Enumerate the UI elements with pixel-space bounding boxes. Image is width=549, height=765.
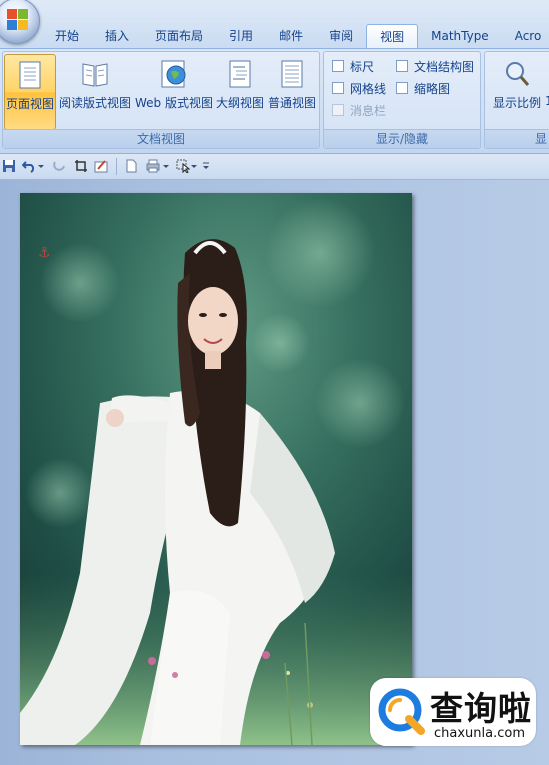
ribbon-tabs: 开始 插入 页面布局 引用 邮件 审阅 视图 MathType Acro <box>42 24 549 48</box>
checkbox-box <box>332 104 344 116</box>
inserted-photo[interactable] <box>20 193 412 745</box>
group-label-show-hide: 显示/隐藏 <box>324 129 480 148</box>
tab-page-layout[interactable]: 页面布局 <box>142 24 216 48</box>
tab-mathtype[interactable]: MathType <box>418 24 502 48</box>
title-strip: 开始 插入 页面布局 引用 邮件 审阅 视图 MathType Acro <box>0 0 549 50</box>
redo-icon[interactable] <box>52 159 66 173</box>
reading-view-icon <box>82 63 108 87</box>
customize-toolbar-icon[interactable] <box>202 159 210 173</box>
gridlines-label: 网格线 <box>350 82 387 96</box>
zoom-label: 显示比例 <box>492 96 541 110</box>
document-map-checkbox[interactable]: 文档结构图 <box>396 58 474 75</box>
select-dropdown-icon[interactable] <box>190 159 198 173</box>
thumbnails-label: 缩略图 <box>414 82 451 96</box>
group-show-hide: 标尺 网格线 消息栏 文档结构图 缩略图 显示/隐藏 <box>323 51 481 149</box>
zoom-100-label[interactable]: 1 <box>545 94 549 108</box>
print-preview-icon[interactable] <box>146 159 160 173</box>
office-logo-icon <box>7 9 29 31</box>
outline-view-button[interactable]: 大纲视图 <box>215 54 265 130</box>
save-icon[interactable] <box>2 159 16 173</box>
new-document-icon[interactable] <box>124 159 138 173</box>
magnifier-icon <box>506 62 530 86</box>
message-bar-checkbox: 消息栏 <box>332 102 386 119</box>
checkbox-box <box>396 60 408 72</box>
web-layout-icon <box>161 60 186 88</box>
undo-dropdown-icon[interactable] <box>37 159 45 173</box>
ruler-label: 标尺 <box>350 60 375 74</box>
tab-references[interactable]: 引用 <box>216 24 266 48</box>
web-layout-label: Web 版式视图 <box>135 96 213 110</box>
ruler-checkbox[interactable]: 标尺 <box>332 58 374 75</box>
office-button[interactable] <box>0 0 40 44</box>
ribbon: 页面视图 阅读版式视图 Web 版式视图 大纲视图 普通视图 文档视图 标尺 网… <box>0 48 549 154</box>
zoom-button[interactable]: 显示比例 <box>487 54 547 130</box>
document-map-label: 文档结构图 <box>414 60 475 74</box>
tab-view[interactable]: 视图 <box>366 24 419 48</box>
checkbox-box <box>396 82 408 94</box>
anchor-icon[interactable]: ⚓ <box>38 245 51 261</box>
toolbar-separator <box>116 158 117 175</box>
outline-view-label: 大纲视图 <box>215 96 264 110</box>
edit-icon[interactable] <box>94 159 108 173</box>
checkbox-box <box>332 60 344 72</box>
group-document-views: 页面视图 阅读版式视图 Web 版式视图 大纲视图 普通视图 文档视图 <box>2 51 320 149</box>
watermark: 查询啦 chaxunla.com <box>370 678 536 746</box>
tab-review[interactable]: 审阅 <box>316 24 366 48</box>
group-label-zoom: 显 <box>485 129 549 148</box>
full-screen-reading-label: 阅读版式视图 <box>58 96 131 110</box>
group-label-document-views: 文档视图 <box>3 129 319 148</box>
page-view-icon <box>19 61 41 89</box>
watermark-logo-icon <box>378 688 425 735</box>
crop-icon[interactable] <box>74 159 88 173</box>
quick-access-toolbar <box>0 154 549 180</box>
print-layout-label: 页面视图 <box>5 97 54 111</box>
web-layout-button[interactable]: Web 版式视图 <box>134 54 214 130</box>
tab-home[interactable]: 开始 <box>42 24 92 48</box>
document-page[interactable] <box>20 193 412 745</box>
tab-mailings[interactable]: 邮件 <box>266 24 316 48</box>
undo-icon[interactable] <box>22 159 36 173</box>
outline-view-icon <box>229 60 251 88</box>
watermark-title: 查询啦 <box>430 689 532 728</box>
full-screen-reading-button[interactable]: 阅读版式视图 <box>58 54 132 130</box>
checkbox-box <box>332 82 344 94</box>
gridlines-checkbox[interactable]: 网格线 <box>332 80 386 97</box>
draft-view-button[interactable]: 普通视图 <box>266 54 318 130</box>
print-dropdown-icon[interactable] <box>162 159 170 173</box>
tab-insert[interactable]: 插入 <box>92 24 142 48</box>
group-zoom: 显示比例 1 显 <box>484 51 549 149</box>
tab-acrobat[interactable]: Acro <box>502 24 549 48</box>
select-objects-icon[interactable] <box>176 159 190 173</box>
draft-view-icon <box>281 60 303 88</box>
thumbnails-checkbox[interactable]: 缩略图 <box>396 80 450 97</box>
draft-view-label: 普通视图 <box>267 96 316 110</box>
watermark-url: chaxunla.com <box>434 726 525 741</box>
print-layout-button[interactable]: 页面视图 <box>4 54 56 130</box>
message-bar-label: 消息栏 <box>350 104 387 118</box>
